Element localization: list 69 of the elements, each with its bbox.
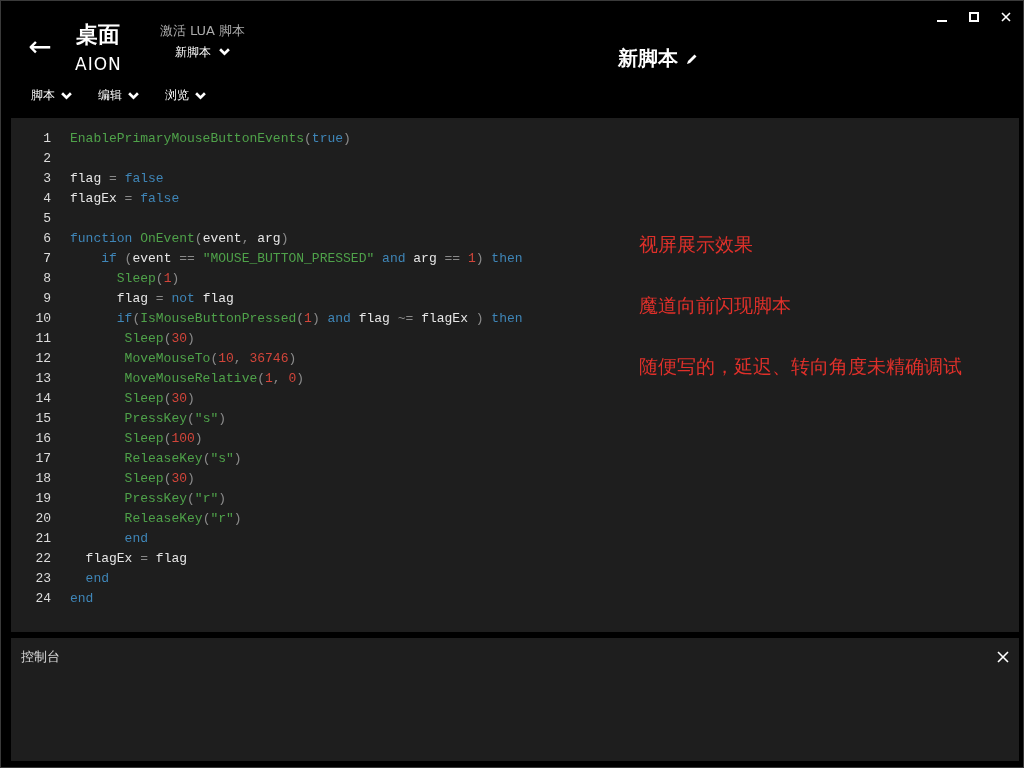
line-number: 1 bbox=[42, 130, 51, 146]
code-line: MoveMouseRelative(1, 0) bbox=[123, 370, 305, 386]
code-line: Sleep(100) bbox=[123, 430, 203, 446]
maximize-icon bbox=[969, 12, 979, 22]
code-line: end bbox=[70, 590, 94, 606]
code-line: Sleep(30) bbox=[123, 330, 195, 346]
close-icon bbox=[1001, 12, 1011, 22]
code-line: MoveMouseTo(10, 36746) bbox=[123, 350, 297, 366]
code-line: ReleaseKey("s") bbox=[123, 450, 242, 466]
code-line: PressKey("s") bbox=[123, 410, 227, 426]
activate-label: 激活 LUA 脚本 bbox=[159, 21, 246, 40]
caret-icon bbox=[128, 91, 139, 100]
code-line: function OnEvent(event, arg) bbox=[70, 230, 289, 246]
line-number: 2 bbox=[42, 150, 51, 166]
script-name: 新脚本 bbox=[618, 45, 678, 72]
code-line: EnablePrimaryMouseButtonEvents(true) bbox=[70, 130, 351, 146]
line-number: 24 bbox=[34, 590, 51, 606]
pencil-icon[interactable] bbox=[686, 52, 698, 65]
code-line: flagEx = false bbox=[70, 190, 180, 206]
line-number: 18 bbox=[34, 470, 51, 486]
code-line: PressKey("r") bbox=[123, 490, 227, 506]
code-line: flag = not flag bbox=[115, 290, 234, 306]
menu-item[interactable]: 浏览 bbox=[165, 87, 206, 104]
annotation-text: 随便写的，延迟、转向角度未精确调试 bbox=[639, 354, 962, 379]
code-line: Sleep(30) bbox=[123, 470, 195, 486]
line-number: 6 bbox=[42, 230, 51, 246]
close-icon bbox=[997, 651, 1009, 663]
minimize-icon bbox=[937, 20, 947, 22]
line-number: 9 bbox=[42, 290, 51, 306]
code-line: end bbox=[84, 570, 109, 586]
app-subtitle: AION bbox=[75, 54, 122, 74]
script-selector[interactable]: 新脚本 bbox=[174, 43, 230, 61]
line-number: 11 bbox=[34, 330, 51, 346]
line-number: 8 bbox=[42, 270, 51, 286]
line-number: 14 bbox=[34, 390, 51, 406]
code-line: ReleaseKey("r") bbox=[123, 510, 242, 526]
line-number: 20 bbox=[34, 510, 51, 526]
line-number: 5 bbox=[42, 210, 51, 226]
line-number: 23 bbox=[34, 570, 51, 586]
app-title: 桌面 bbox=[76, 21, 121, 49]
line-number: 16 bbox=[34, 430, 51, 446]
code-line: flagEx = flag bbox=[84, 550, 188, 566]
line-number: 10 bbox=[34, 310, 51, 326]
line-number: 4 bbox=[42, 190, 51, 206]
code-line: flag = false bbox=[70, 170, 164, 186]
line-number: 17 bbox=[34, 450, 51, 466]
code-line: end bbox=[123, 530, 148, 546]
line-number: 13 bbox=[34, 370, 51, 386]
line-number: 22 bbox=[34, 550, 51, 566]
line-number: 19 bbox=[34, 490, 51, 506]
line-number: 7 bbox=[42, 250, 51, 266]
annotation-text: 魔道向前闪现脚本 bbox=[639, 293, 792, 318]
annotation-text: 视屏展示效果 bbox=[639, 232, 754, 257]
menu-item[interactable]: 脚本 bbox=[31, 87, 72, 104]
line-number: 12 bbox=[34, 350, 51, 366]
line-number: 15 bbox=[34, 410, 51, 426]
line-number: 3 bbox=[42, 170, 51, 186]
line-number: 21 bbox=[34, 530, 51, 546]
close-button[interactable] bbox=[995, 649, 1011, 665]
caret-icon bbox=[218, 48, 230, 56]
console-title: 控制台 bbox=[21, 648, 60, 666]
menu-item[interactable]: 编辑 bbox=[98, 87, 139, 104]
code-line: if(IsMouseButtonPressed(1) and flag ~= flagEx ) then bbox=[115, 310, 523, 326]
code-line: if (event == "MOUSE_BUTTON_PRESSED" and arg == 1) then bbox=[100, 250, 523, 266]
code-line: Sleep(30) bbox=[123, 390, 195, 406]
back-button[interactable]: ← bbox=[25, 33, 55, 61]
code-line: Sleep(1) bbox=[115, 270, 180, 286]
caret-icon bbox=[61, 91, 72, 100]
caret-icon bbox=[195, 91, 206, 100]
